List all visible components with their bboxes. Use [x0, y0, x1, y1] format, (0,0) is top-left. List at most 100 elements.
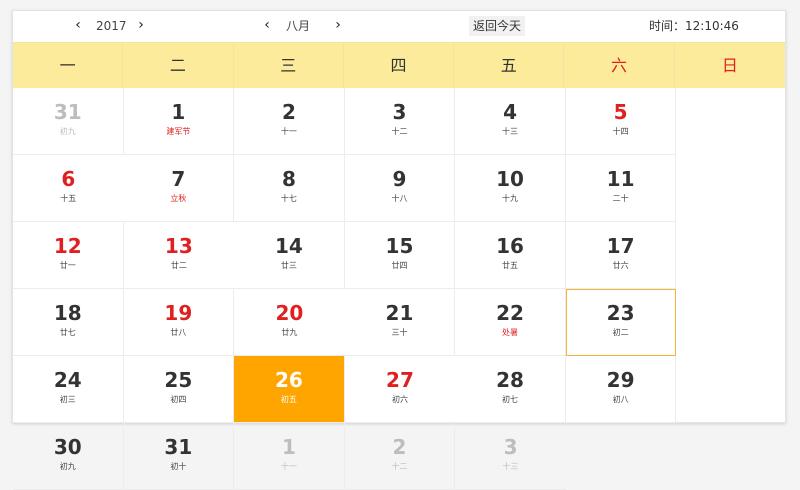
lunar-date: 十一 — [280, 462, 297, 471]
day-number: 21 — [385, 301, 414, 325]
lunar-date: 二十 — [612, 194, 629, 203]
day-cell[interactable]: 6 十五 — [13, 155, 124, 222]
lunar-date: 十五 — [60, 194, 77, 203]
lunar-date: 立秋 — [170, 194, 187, 203]
day-cell[interactable]: 25 初四 — [123, 356, 235, 423]
day-cell[interactable]: 8 十七 — [234, 155, 345, 222]
day-cell[interactable]: 20 廿九 — [234, 289, 345, 356]
day-number: 12 — [53, 234, 82, 258]
clock-label: 时间： — [649, 19, 686, 33]
day-cell[interactable]: 28 初七 — [455, 356, 566, 423]
lunar-date: 初八 — [612, 395, 629, 404]
day-cell[interactable]: 31 初九 — [13, 88, 124, 155]
day-cell[interactable]: 11 二十 — [565, 155, 677, 222]
day-cell[interactable]: 3 十二 — [344, 88, 456, 155]
day-number: 29 — [606, 368, 635, 392]
day-number: 20 — [275, 301, 304, 325]
day-cell[interactable]: 23 初二 — [565, 289, 677, 356]
day-cell[interactable]: 18 廿七 — [13, 289, 124, 356]
day-number: 1 — [281, 435, 296, 459]
day-cell[interactable]: 29 初八 — [565, 356, 677, 423]
day-number: 27 — [386, 368, 414, 392]
next-month-button[interactable]: › — [331, 17, 345, 33]
lunar-date: 十七 — [280, 194, 297, 203]
month-select[interactable]: 八月 — [286, 18, 310, 34]
day-number: 23 — [606, 301, 635, 325]
day-cell[interactable]: 17 廿六 — [565, 222, 677, 289]
lunar-date: 初九 — [59, 462, 76, 471]
day-number: 6 — [61, 167, 76, 191]
day-number: 31 — [53, 100, 82, 124]
day-number: 1 — [171, 100, 186, 124]
day-number: 26 — [274, 368, 303, 392]
lunar-date: 廿六 — [612, 261, 629, 270]
day-number: 13 — [164, 234, 193, 258]
lunar-date: 初十 — [170, 462, 187, 471]
calendar-toolbar: ‹ 2017 › ‹ 八月 › 返回今天 时间：12:10:46 — [13, 11, 785, 42]
day-cell[interactable]: 1 建军节 — [123, 88, 235, 155]
day-cell[interactable]: 3 十三 — [455, 423, 566, 490]
lunar-date: 廿三 — [280, 261, 297, 270]
day-cell[interactable]: 2 十一 — [234, 88, 345, 155]
day-cell[interactable]: 19 廿八 — [123, 289, 235, 356]
weekday-label: 一 — [13, 43, 124, 88]
day-number: 9 — [392, 167, 407, 191]
lunar-date: 初二 — [612, 328, 629, 337]
day-number: 22 — [496, 301, 524, 325]
day-cell[interactable]: 2 十二 — [344, 423, 456, 490]
lunar-date: 廿二 — [170, 261, 187, 270]
day-number: 4 — [503, 100, 517, 124]
next-year-button[interactable]: › — [134, 17, 148, 33]
day-number: 19 — [164, 301, 193, 325]
day-number: 3 — [503, 435, 518, 459]
clock-time: 12:10:46 — [685, 19, 739, 33]
day-cell[interactable]: 12 廿一 — [13, 222, 124, 289]
day-cell[interactable]: 10 十九 — [455, 155, 566, 222]
lunar-date: 廿九 — [281, 328, 298, 337]
lunar-date: 十一 — [280, 127, 297, 136]
lunar-date: 初四 — [170, 395, 187, 404]
lunar-date: 十二 — [391, 462, 408, 471]
day-cell[interactable]: 13 廿二 — [123, 222, 235, 289]
lunar-date: 三十 — [391, 328, 408, 337]
day-cell[interactable]: 1 十一 — [234, 423, 345, 490]
lunar-date: 十三 — [502, 127, 519, 136]
day-cell[interactable]: 21 三十 — [344, 289, 456, 356]
day-number: 28 — [496, 368, 524, 392]
day-cell[interactable]: 31 初十 — [123, 423, 235, 490]
day-cell[interactable]: 15 廿四 — [344, 222, 456, 289]
weekday-label: 四 — [344, 43, 455, 88]
weekday-label: 六 — [564, 43, 675, 88]
lunar-date: 十二 — [391, 127, 408, 136]
lunar-date: 处暑 — [502, 328, 519, 337]
day-cell[interactable]: 30 初九 — [13, 423, 124, 490]
prev-year-button[interactable]: ‹ — [71, 17, 85, 33]
back-to-today-button[interactable]: 返回今天 — [469, 16, 526, 36]
day-cell[interactable]: 9 十八 — [344, 155, 456, 222]
day-cell[interactable]: 24 初三 — [13, 356, 124, 423]
day-cell[interactable]: 14 廿三 — [234, 222, 345, 289]
day-number: 11 — [606, 167, 635, 191]
day-grid: 31 初九 1 建军节 2 十一 3 十二 4 十三 5 十四 6 十五 7 立秋 8 十七 9 十八 10 十九 11 二十… — [13, 88, 785, 490]
day-cell[interactable]: 5 十四 — [565, 88, 677, 155]
day-cell[interactable]: 27 初六 — [344, 356, 456, 423]
day-number: 5 — [613, 100, 628, 124]
prev-month-button[interactable]: ‹ — [260, 17, 274, 33]
weekday-label: 二 — [123, 43, 234, 88]
day-cell[interactable]: 22 处暑 — [455, 289, 566, 356]
lunar-date: 十三 — [502, 462, 519, 471]
day-cell[interactable]: 4 十三 — [455, 88, 566, 155]
year-select[interactable]: 2017 — [96, 18, 127, 34]
lunar-date: 初六 — [391, 395, 408, 404]
lunar-date: 廿八 — [170, 328, 187, 337]
weekday-label: 日 — [721, 56, 738, 75]
day-cell[interactable]: 26 初五 — [234, 356, 345, 423]
day-cell[interactable]: 7 立秋 — [123, 155, 235, 222]
day-number: 7 — [171, 167, 186, 191]
lunar-date: 建军节 — [166, 127, 191, 136]
lunar-date: 十四 — [612, 127, 629, 136]
lunar-date: 初五 — [280, 395, 297, 404]
day-number: 2 — [281, 100, 296, 124]
day-cell[interactable]: 16 廿五 — [455, 222, 566, 289]
clock-display: 时间：12:10:46 — [649, 18, 739, 34]
